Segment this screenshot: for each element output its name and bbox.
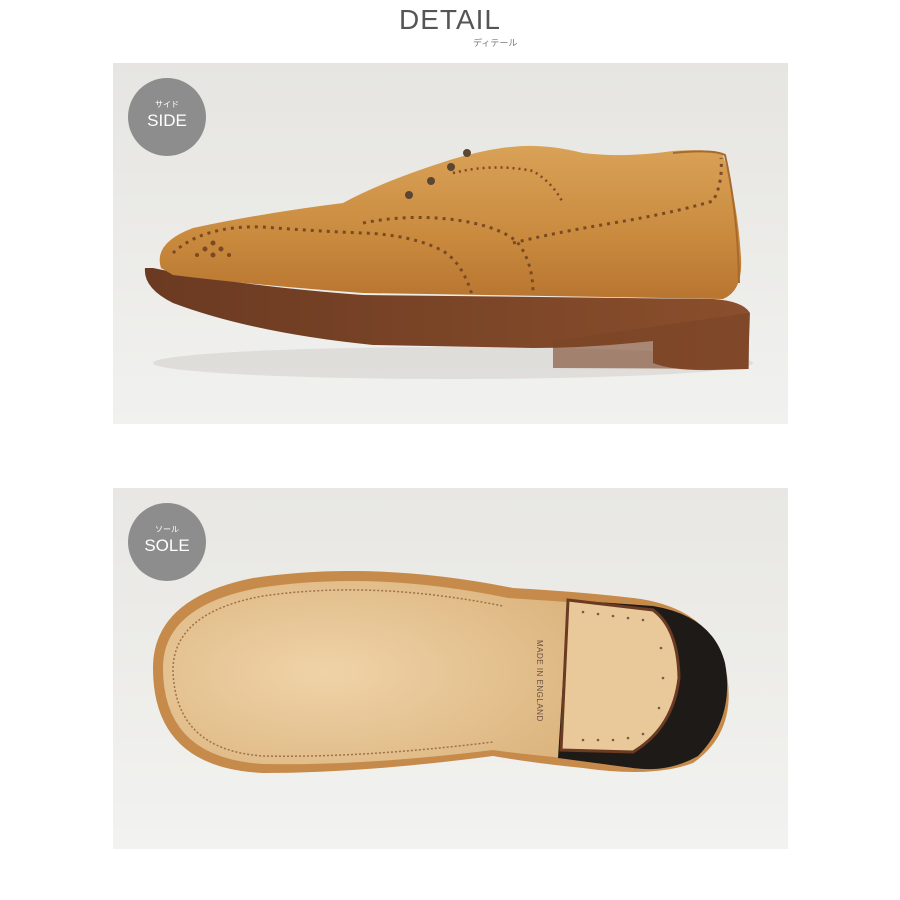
sole-badge-label: SOLE bbox=[144, 536, 190, 555]
side-view-panel: サイド SIDE bbox=[113, 63, 788, 424]
side-badge: サイド SIDE bbox=[128, 78, 206, 156]
sole-badge: ソール SOLE bbox=[128, 503, 206, 581]
page-header: DETAIL ディテール bbox=[0, 0, 900, 60]
side-view-photo bbox=[113, 63, 788, 424]
sole-view-photo: MADE IN ENGLAND bbox=[113, 488, 788, 849]
made-in-england-stamp: MADE IN ENGLAND bbox=[535, 640, 544, 722]
page-subtitle: ディテール bbox=[473, 38, 518, 48]
sole-badge-kana: ソール bbox=[155, 525, 179, 534]
page-title: DETAIL bbox=[399, 4, 501, 35]
side-badge-label: SIDE bbox=[147, 111, 187, 130]
outsole-forefoot bbox=[163, 580, 568, 765]
side-badge-kana: サイド bbox=[155, 100, 179, 109]
sole-view-panel: MADE IN ENGLAND ソール SOLE bbox=[113, 488, 788, 849]
